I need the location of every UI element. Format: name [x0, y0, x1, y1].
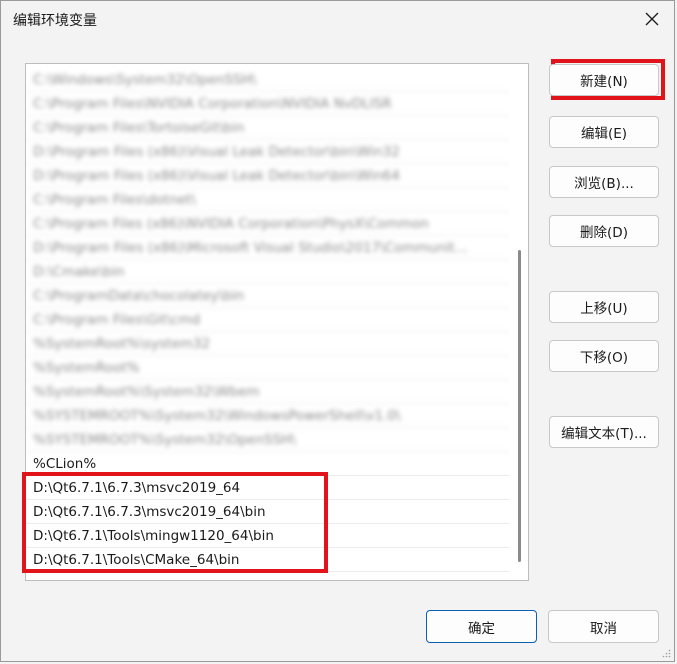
list-item[interactable]: %SystemRoot%\system32 — [26, 332, 510, 356]
list-item[interactable]: D:\Program Files (x86)\Visual Leak Detec… — [26, 140, 510, 164]
list-item[interactable]: %SYSTEMROOT%\System32\WindowsPowerShell\… — [26, 404, 510, 428]
path-list[interactable]: C:\Windows\System32\OpenSSH\ C:\Program F… — [25, 63, 529, 581]
edit-text-button[interactable]: 编辑文本(T)... — [549, 416, 659, 448]
list-item[interactable]: %CLion% — [26, 452, 510, 476]
browse-button[interactable]: 浏览(B)... — [549, 166, 659, 198]
resize-grip-icon[interactable] — [661, 648, 671, 658]
delete-button[interactable]: 删除(D) — [549, 215, 659, 247]
list-item[interactable]: C:\Program Files\Git\cmd — [26, 308, 510, 332]
list-item[interactable]: C:\Windows\System32\OpenSSH\ — [26, 68, 510, 92]
dialog-title: 编辑环境变量 — [13, 13, 97, 29]
list-item[interactable]: %SystemRoot% — [26, 356, 510, 380]
list-item[interactable]: C:\Program Files\TortoiseGit\bin — [26, 116, 510, 140]
edit-button-label: 编辑(E) — [580, 126, 628, 142]
list-item[interactable]: D:\Qt6.7.1\6.7.3\msvc2019_64\bin — [26, 500, 510, 524]
ok-button[interactable]: 确定 — [426, 610, 537, 643]
delete-button-label: 删除(D) — [580, 225, 628, 241]
cancel-button-label: 取消 — [590, 620, 617, 637]
list-item[interactable]: %SYSTEMROOT%\System32\OpenSSH\ — [26, 428, 510, 452]
move-up-button-label: 上移(U) — [580, 301, 628, 317]
list-item[interactable]: C:\Program Files (x86)\NVIDIA Corporatio… — [26, 212, 510, 236]
list-item[interactable]: C:\Program Files\NVIDIA Corporation\NVID… — [26, 92, 510, 116]
list-item[interactable]: D:\Qt6.7.1\Tools\mingw1120_64\bin — [26, 524, 510, 548]
edit-env-variable-dialog: 编辑环境变量 C:\Windows\System32\OpenSSH\ C:\Pr… — [0, 0, 675, 662]
list-item[interactable]: D:\Program Files (x86)\Microsoft Visual … — [26, 236, 510, 260]
list-item[interactable]: %SystemRoot%\System32\Wbem — [26, 380, 510, 404]
list-item[interactable]: D:\Qt6.7.1\6.7.3\msvc2019_64 — [26, 476, 510, 500]
list-item[interactable]: D:\Cmake\bin — [26, 260, 510, 284]
list-item[interactable]: D:\Program Files (x86)\Visual Leak Detec… — [26, 164, 510, 188]
edit-button[interactable]: 编辑(E) — [549, 116, 659, 148]
list-item[interactable]: D:\Qt6.7.1\Tools\CMake_64\bin — [26, 548, 510, 572]
close-icon — [645, 12, 659, 26]
vertical-scrollbar[interactable] — [510, 64, 528, 580]
cancel-button[interactable]: 取消 — [548, 610, 659, 643]
move-down-button-label: 下移(O) — [579, 350, 629, 366]
title-bar: 编辑环境变量 — [1, 1, 674, 39]
close-button[interactable] — [630, 1, 674, 37]
ok-button-label: 确定 — [468, 620, 495, 637]
list-item[interactable]: C:\Program Files\dotnet\ — [26, 188, 510, 212]
new-button[interactable]: 新建(N) — [549, 64, 659, 96]
move-up-button[interactable]: 上移(U) — [549, 291, 659, 323]
move-down-button[interactable]: 下移(O) — [549, 340, 659, 372]
edit-text-button-label: 编辑文本(T)... — [561, 426, 647, 442]
scrollbar-thumb[interactable] — [518, 250, 521, 562]
new-button-label: 新建(N) — [580, 74, 628, 90]
list-item[interactable]: C:\ProgramData\chocolatey\bin — [26, 284, 510, 308]
browse-button-label: 浏览(B)... — [574, 176, 634, 192]
path-list-items: C:\Windows\System32\OpenSSH\ C:\Program F… — [26, 68, 510, 572]
